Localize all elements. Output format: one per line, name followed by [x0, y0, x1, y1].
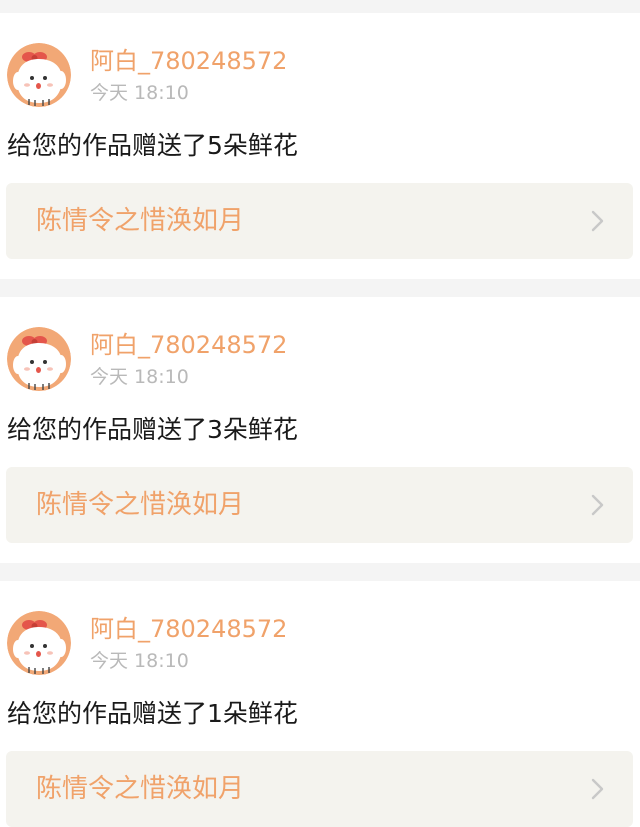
notification-message: 给您的作品赠送了1朵鲜花	[7, 699, 298, 728]
avatar[interactable]	[7, 43, 71, 107]
notification-feed: 阿白_780248572 今天 18:10 给您的作品赠送了5朵鲜花 陈情令之惜…	[0, 0, 640, 827]
username[interactable]: 阿白_780248572	[90, 329, 287, 361]
timestamp: 今天 18:10	[90, 366, 189, 388]
work-title: 陈情令之惜涣如月	[36, 490, 245, 520]
work-title: 陈情令之惜涣如月	[36, 774, 245, 804]
bunny-avatar-icon	[7, 43, 71, 107]
notification-card: 阿白_780248572 今天 18:10 给您的作品赠送了5朵鲜花 陈情令之惜…	[0, 13, 640, 279]
work-link-box[interactable]: 陈情令之惜涣如月	[6, 467, 633, 543]
notification-card: 阿白_780248572 今天 18:10 给您的作品赠送了1朵鲜花 陈情令之惜…	[0, 581, 640, 827]
avatar[interactable]	[7, 611, 71, 675]
username[interactable]: 阿白_780248572	[90, 613, 287, 645]
work-title: 陈情令之惜涣如月	[36, 206, 245, 236]
chevron-right-icon	[591, 778, 605, 800]
avatar[interactable]	[7, 327, 71, 391]
notification-card: 阿白_780248572 今天 18:10 给您的作品赠送了3朵鲜花 陈情令之惜…	[0, 297, 640, 563]
notification-message: 给您的作品赠送了5朵鲜花	[7, 131, 298, 160]
timestamp: 今天 18:10	[90, 82, 189, 104]
bunny-avatar-icon	[7, 611, 71, 675]
work-link-box[interactable]: 陈情令之惜涣如月	[6, 183, 633, 259]
timestamp: 今天 18:10	[90, 650, 189, 672]
notification-message: 给您的作品赠送了3朵鲜花	[7, 415, 298, 444]
chevron-right-icon	[591, 210, 605, 232]
username[interactable]: 阿白_780248572	[90, 45, 287, 77]
work-link-box[interactable]: 陈情令之惜涣如月	[6, 751, 633, 827]
bunny-avatar-icon	[7, 327, 71, 391]
chevron-right-icon	[591, 494, 605, 516]
